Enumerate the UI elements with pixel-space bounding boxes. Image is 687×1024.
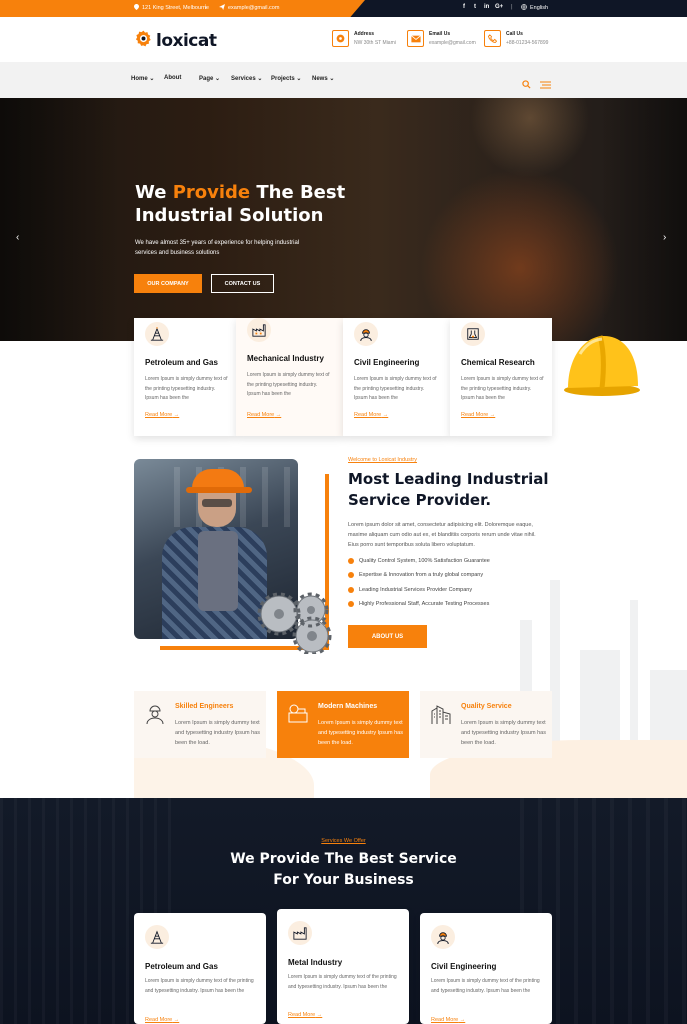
nav-news[interactable]: News ⌄ (312, 75, 334, 82)
hero-subtitle: We have almost 35+ years of experience f… (135, 240, 300, 256)
nav-page[interactable]: Page ⌄ (199, 75, 220, 82)
about-list-item: Leading Industrial Services Provider Com… (348, 587, 472, 593)
read-more-link[interactable]: Read More → (288, 1012, 322, 1018)
top-bar: 121 King Street, Melbourne | example@gma… (0, 0, 687, 17)
services-tag: Services We Offer (321, 838, 366, 844)
logo[interactable]: loxicat (134, 29, 217, 53)
nav-projects[interactable]: Projects ⌄ (271, 75, 301, 82)
service-card[interactable]: Civil Engineering Lorem Ipsum is simply … (343, 318, 450, 436)
read-more-link[interactable]: Read More → (145, 412, 179, 418)
facebook-icon[interactable]: f (463, 4, 465, 10)
nav-services[interactable]: Services ⌄ (231, 75, 262, 82)
oil-rig-icon (145, 322, 169, 346)
topbar-divider-2: | (511, 4, 513, 10)
nav-about[interactable]: About (164, 75, 181, 81)
read-more-link[interactable]: Read More → (354, 412, 388, 418)
about-title: Most Leading Industrial Service Provider. (348, 470, 549, 509)
topbar-address: 121 King Street, Melbourne (134, 4, 209, 12)
slider-prev-icon[interactable]: ‹ (16, 232, 19, 243)
building-icon (430, 703, 452, 730)
read-more-link[interactable]: Read More → (247, 412, 281, 418)
about-tag: Welcome to Loxicat Industry (348, 457, 417, 463)
about-us-button[interactable]: ABOUT US (348, 625, 427, 648)
envelope-icon (407, 30, 424, 47)
linkedin-icon[interactable]: in (484, 4, 489, 10)
hard-hat-image (560, 330, 642, 403)
factory-icon (288, 921, 312, 945)
location-icon (134, 4, 139, 12)
about-list-item: Highly Professional Staff, Accurate Test… (348, 601, 489, 607)
read-more-link[interactable]: Read More → (431, 1017, 465, 1023)
phone-icon (484, 30, 501, 47)
read-more-link[interactable]: Read More → (461, 412, 495, 418)
service-card[interactable]: Civil Engineering Lorem Ipsum is simply … (420, 913, 552, 1024)
service-card[interactable]: Metal Industry Lorem Ipsum is simply dum… (277, 909, 409, 1024)
feature-card[interactable]: Quality Service Lorem Ipsum is simply du… (420, 691, 552, 758)
globe-icon (521, 4, 527, 12)
map-pin-icon (332, 30, 349, 47)
topbar-email[interactable]: example@gmail.com (219, 4, 279, 12)
googleplus-icon[interactable]: G+ (495, 4, 503, 10)
topbar-divider: | (205, 4, 207, 10)
factory-icon (247, 318, 271, 342)
engineers-icon (144, 703, 166, 730)
nav-home[interactable]: Home ⌄ (131, 75, 154, 82)
check-icon (348, 601, 354, 607)
machine-icon (287, 703, 309, 730)
gear-logo-icon (134, 29, 153, 53)
header-address: Address NW 30th ST Miami (332, 30, 396, 47)
logo-text: loxicat (156, 31, 217, 51)
chemical-flask-icon (461, 322, 485, 346)
about-text: Lorem ipsum dolor sit amet, consectetur … (348, 522, 536, 548)
feature-card[interactable]: Modern Machines Lorem Ipsum is simply du… (277, 691, 409, 758)
twitter-icon[interactable]: t (474, 4, 476, 10)
gears-image (254, 588, 340, 659)
service-card[interactable]: Petroleum and Gas Lorem Ipsum is simply … (134, 913, 266, 1024)
service-card[interactable]: Mechanical Industry Lorem Ipsum is simpl… (236, 318, 343, 436)
check-icon (348, 572, 354, 578)
our-company-button[interactable]: OUR COMPANY (134, 274, 202, 293)
engineer-icon (431, 925, 455, 949)
engineer-icon (354, 322, 378, 346)
feature-card[interactable]: Skilled Engineers Lorem Ipsum is simply … (134, 691, 266, 758)
read-more-link[interactable]: Read More → (145, 1017, 179, 1023)
check-icon (348, 558, 354, 564)
service-card[interactable]: Chemical Research Lorem Ipsum is simply … (450, 318, 552, 436)
about-list-item: Quality Control System, 100% Satisfactio… (348, 558, 490, 564)
search-icon[interactable] (522, 76, 531, 94)
send-icon (219, 4, 225, 12)
check-icon (348, 587, 354, 593)
services-title-line2: For Your Business (273, 872, 414, 888)
menu-icon[interactable] (540, 76, 551, 94)
services-title-line1: We Provide The Best Service (230, 851, 457, 867)
service-card[interactable]: Petroleum and Gas Lorem Ipsum is simply … (134, 318, 236, 436)
header-call[interactable]: Call Us +88-01234-567899 (484, 30, 548, 47)
main-nav (0, 62, 687, 98)
slider-next-icon[interactable]: › (663, 232, 666, 243)
hero-title: We Provide The Best Industrial Solution (135, 182, 346, 226)
contact-us-button[interactable]: CONTACT US (211, 274, 274, 293)
language-selector[interactable]: English (521, 4, 548, 12)
oil-rig-icon (145, 925, 169, 949)
about-list-item: Expertise & Innovation from a truly glob… (348, 572, 483, 578)
header-email[interactable]: Email Us example@gmail.com (407, 30, 476, 47)
